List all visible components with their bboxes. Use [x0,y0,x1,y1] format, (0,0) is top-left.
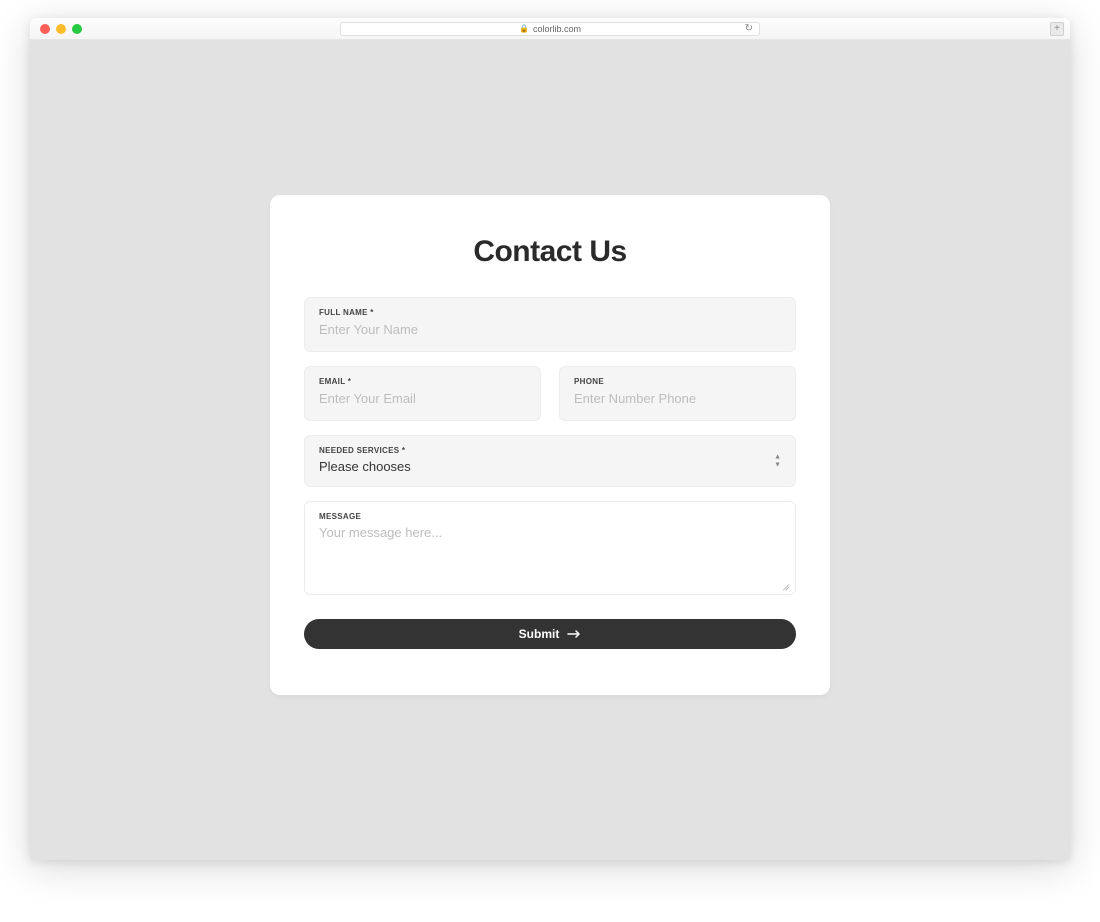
refresh-icon[interactable]: ↻ [745,23,753,34]
message-textarea[interactable] [319,525,781,581]
email-field-wrapper[interactable]: EMAIL * [304,366,541,421]
close-icon[interactable] [40,24,50,34]
phone-field-wrapper[interactable]: PHONE [559,366,796,421]
full-name-input[interactable] [319,322,781,337]
services-select[interactable]: NEEDED SERVICES * Please chooses ▲▼ [304,435,796,487]
page-viewport: Contact Us FULL NAME * EMAIL * PHONE [30,40,1070,860]
email-input[interactable] [319,391,526,406]
full-name-label: FULL NAME * [319,308,781,317]
phone-input[interactable] [574,391,781,406]
email-label: EMAIL * [319,377,526,386]
browser-window: 🔒 colorlib.com ↻ + Contact Us FULL NAME … [30,18,1070,860]
full-name-field-wrapper[interactable]: FULL NAME * [304,297,796,352]
form-title: Contact Us [304,235,796,269]
services-label: NEEDED SERVICES * [319,446,781,455]
minimize-icon[interactable] [56,24,66,34]
maximize-icon[interactable] [72,24,82,34]
lock-icon: 🔒 [519,24,529,33]
window-controls [40,24,82,34]
browser-titlebar: 🔒 colorlib.com ↻ + [30,18,1070,40]
message-label: MESSAGE [319,512,781,521]
resize-handle-icon[interactable] [781,582,789,590]
address-bar[interactable]: 🔒 colorlib.com ↻ [340,22,760,36]
submit-button[interactable]: Submit [304,619,796,649]
services-selected-value: Please chooses [319,459,781,474]
chevron-up-down-icon: ▲▼ [774,454,781,469]
url-text: colorlib.com [533,24,581,34]
contact-form-card: Contact Us FULL NAME * EMAIL * PHONE [270,195,830,695]
submit-button-label: Submit [519,627,560,641]
message-field-wrapper[interactable]: MESSAGE [304,501,796,595]
arrow-right-icon [567,630,581,638]
phone-label: PHONE [574,377,781,386]
new-tab-button[interactable]: + [1050,22,1064,36]
